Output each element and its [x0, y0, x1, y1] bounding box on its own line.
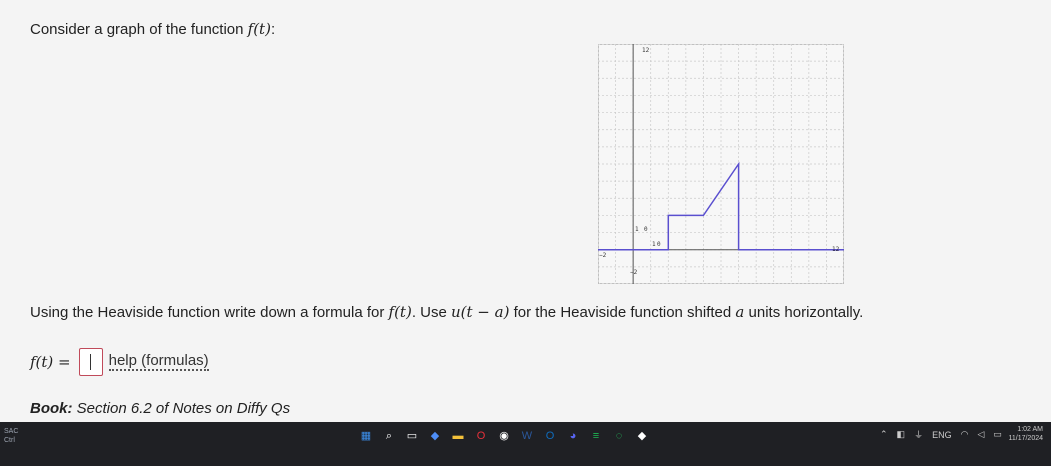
graph-svg: 12 1 0 −2 −2 12 1 0	[598, 44, 844, 284]
tidal-icon[interactable]: ◆	[634, 428, 650, 444]
volume-icon[interactable]: ◁	[977, 429, 984, 440]
instruction-text: Using the Heaviside function write down …	[30, 303, 863, 321]
x-right-label: 12	[832, 246, 840, 253]
x-mid-label: 1	[652, 241, 656, 248]
book-label: Book:	[30, 400, 73, 417]
book-reference: Book: Section 6.2 of Notes on Diffy Qs	[30, 400, 290, 417]
heaviside-notation: u(t − a)	[451, 303, 510, 321]
language-indicator[interactable]: ENG	[932, 430, 952, 440]
tray-app-icon[interactable]: ◧	[897, 429, 906, 440]
file-explorer-icon[interactable]: ▬	[450, 428, 466, 444]
instruction-end: units horizontally.	[744, 304, 864, 321]
windows-icon[interactable]: ▦	[358, 428, 374, 444]
discord-icon[interactable]: ◕	[565, 428, 581, 444]
clock-time: 1:02 AM	[1017, 426, 1043, 433]
instruction-suffix: for the Heaviside function shifted	[509, 304, 736, 321]
instruction-function: f(t)	[388, 303, 412, 321]
taskbar-apps: ▦ ⌕ ▭ ◆ ▬ O ◉ W O ◕ ≡ ◌ ◆	[358, 428, 650, 444]
x-left-label: −2	[599, 252, 607, 259]
whatsapp-icon[interactable]: ◌	[611, 428, 627, 444]
system-tray: ⌃ ◧ ⏚ ENG ◠ ◁ ▭	[880, 428, 1002, 441]
taskbar-weather[interactable]: SAC Ctrl	[4, 427, 18, 445]
question-suffix: :	[270, 21, 276, 38]
y-bottom-label: −2	[630, 269, 638, 276]
answer-row: f(t) = help (formulas)	[30, 348, 209, 376]
y-top-label: 12	[642, 47, 650, 54]
help-formulas-link[interactable]: help (formulas)	[108, 353, 209, 371]
taskbar-clock[interactable]: 1:02 AM 11/17/2024	[1008, 425, 1043, 443]
question-text: Consider a graph of the function f(t):	[30, 20, 275, 38]
instruction-prefix: Using the Heaviside function write down …	[30, 304, 389, 321]
opera-icon[interactable]: O	[473, 428, 489, 444]
question-function: f(t)	[247, 20, 271, 38]
webpage: Consider a graph of the function f(t): 1…	[0, 0, 1051, 422]
task-view-icon[interactable]: ▭	[404, 428, 420, 444]
word-icon[interactable]: W	[519, 428, 535, 444]
instruction-middle: . Use	[411, 304, 451, 321]
tray-chevron-icon[interactable]: ⌃	[880, 429, 888, 440]
copilot-icon[interactable]: ◆	[427, 428, 443, 444]
taskbar: SAC Ctrl ▦ ⌕ ▭ ◆ ▬ O ◉ W O ◕ ≡ ◌ ◆ ⌃ ◧ ⏚ ENG ◠ ◁ ▭ 1…	[0, 422, 1051, 466]
origin-label-b: 0	[657, 241, 661, 248]
answer-lhs: f(t) =	[30, 353, 71, 371]
chrome-icon[interactable]: ◉	[496, 428, 512, 444]
spotify-icon[interactable]: ≡	[588, 428, 604, 444]
wifi-icon[interactable]: ◠	[961, 429, 969, 440]
y-mid-label: 1	[635, 226, 639, 233]
taskbar-left-line1: SAC	[4, 428, 19, 435]
outlook-icon[interactable]: O	[542, 428, 558, 444]
taskbar-left-line2: Ctrl	[4, 437, 15, 444]
search-icon[interactable]: ⌕	[381, 428, 397, 444]
battery-icon[interactable]: ▭	[993, 429, 1002, 440]
question-prefix: Consider a graph of the function	[30, 21, 248, 38]
book-text: Section 6.2 of Notes on Diffy Qs	[72, 400, 291, 417]
answer-input[interactable]	[78, 348, 103, 376]
text-caret	[90, 354, 92, 370]
function-graph: 12 1 0 −2 −2 12 1 0	[598, 44, 844, 284]
origin-label-a: 0	[644, 226, 648, 233]
tray-usb-icon[interactable]: ⏚	[914, 428, 923, 441]
clock-date: 11/17/2024	[1008, 435, 1043, 442]
